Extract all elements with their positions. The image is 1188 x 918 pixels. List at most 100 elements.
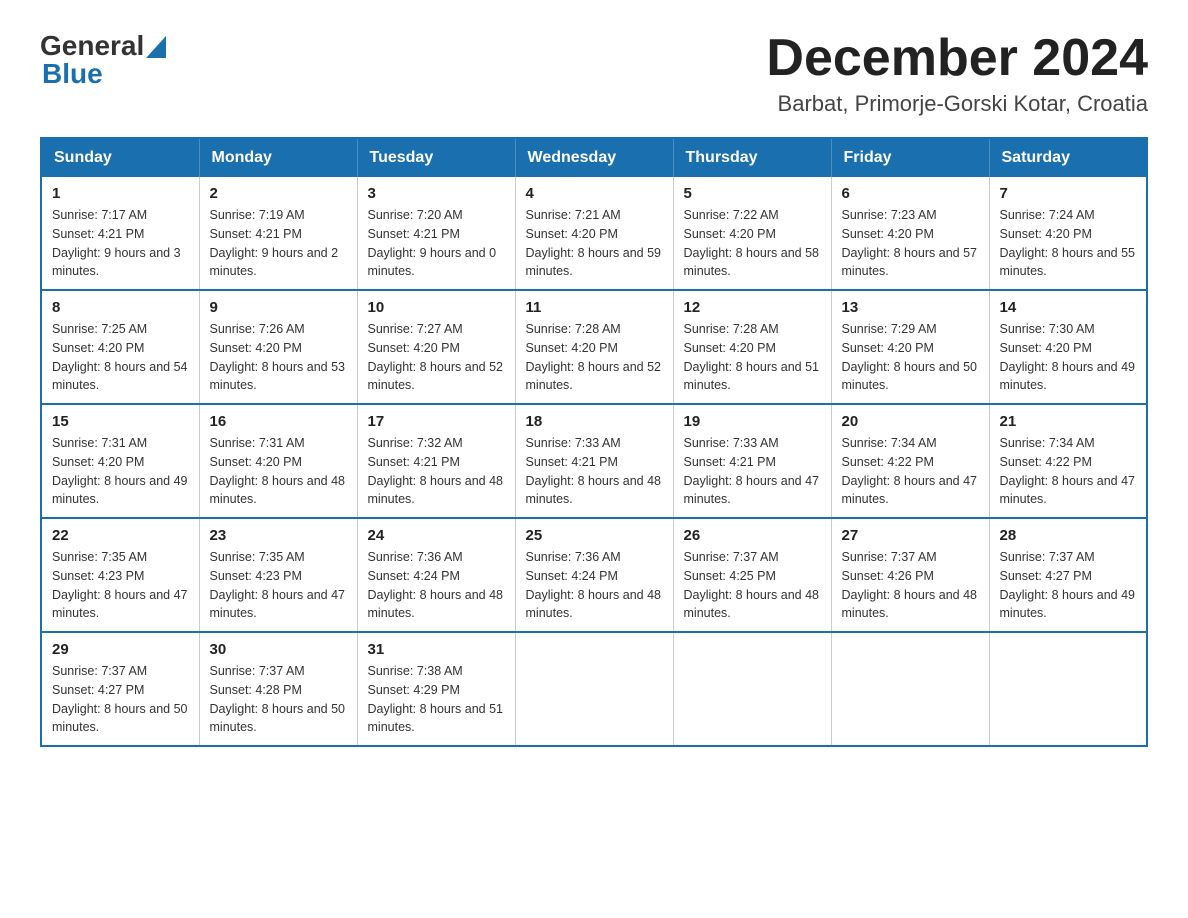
day-info: Sunrise: 7:37 AMSunset: 4:27 PMDaylight:…	[52, 662, 189, 737]
day-number: 3	[368, 185, 505, 202]
day-number: 25	[526, 527, 663, 544]
day-info: Sunrise: 7:35 AMSunset: 4:23 PMDaylight:…	[52, 548, 189, 623]
calendar-cell: 6 Sunrise: 7:23 AMSunset: 4:20 PMDayligh…	[831, 177, 989, 290]
day-number: 24	[368, 527, 505, 544]
col-header-thursday: Thursday	[673, 138, 831, 177]
day-number: 7	[1000, 185, 1137, 202]
calendar-cell	[989, 632, 1147, 746]
calendar-cell: 7 Sunrise: 7:24 AMSunset: 4:20 PMDayligh…	[989, 177, 1147, 290]
calendar-cell: 19 Sunrise: 7:33 AMSunset: 4:21 PMDaylig…	[673, 404, 831, 518]
day-number: 1	[52, 185, 189, 202]
day-info: Sunrise: 7:37 AMSunset: 4:28 PMDaylight:…	[210, 662, 347, 737]
calendar-cell: 15 Sunrise: 7:31 AMSunset: 4:20 PMDaylig…	[41, 404, 199, 518]
calendar-cell: 23 Sunrise: 7:35 AMSunset: 4:23 PMDaylig…	[199, 518, 357, 632]
day-number: 11	[526, 299, 663, 316]
day-info: Sunrise: 7:37 AMSunset: 4:27 PMDaylight:…	[1000, 548, 1137, 623]
calendar-cell: 8 Sunrise: 7:25 AMSunset: 4:20 PMDayligh…	[41, 290, 199, 404]
day-number: 2	[210, 185, 347, 202]
day-number: 10	[368, 299, 505, 316]
calendar-cell: 20 Sunrise: 7:34 AMSunset: 4:22 PMDaylig…	[831, 404, 989, 518]
day-info: Sunrise: 7:22 AMSunset: 4:20 PMDaylight:…	[684, 206, 821, 281]
calendar-cell: 4 Sunrise: 7:21 AMSunset: 4:20 PMDayligh…	[515, 177, 673, 290]
calendar-cell: 3 Sunrise: 7:20 AMSunset: 4:21 PMDayligh…	[357, 177, 515, 290]
day-number: 27	[842, 527, 979, 544]
calendar-subtitle: Barbat, Primorje-Gorski Kotar, Croatia	[766, 91, 1148, 117]
calendar-header-row: SundayMondayTuesdayWednesdayThursdayFrid…	[41, 138, 1147, 177]
day-info: Sunrise: 7:37 AMSunset: 4:26 PMDaylight:…	[842, 548, 979, 623]
col-header-sunday: Sunday	[41, 138, 199, 177]
col-header-saturday: Saturday	[989, 138, 1147, 177]
calendar-cell: 25 Sunrise: 7:36 AMSunset: 4:24 PMDaylig…	[515, 518, 673, 632]
calendar-week-row: 15 Sunrise: 7:31 AMSunset: 4:20 PMDaylig…	[41, 404, 1147, 518]
day-number: 29	[52, 641, 189, 658]
calendar-cell: 22 Sunrise: 7:35 AMSunset: 4:23 PMDaylig…	[41, 518, 199, 632]
day-info: Sunrise: 7:33 AMSunset: 4:21 PMDaylight:…	[526, 434, 663, 509]
calendar-title: December 2024	[766, 30, 1148, 87]
col-header-friday: Friday	[831, 138, 989, 177]
calendar-cell: 31 Sunrise: 7:38 AMSunset: 4:29 PMDaylig…	[357, 632, 515, 746]
calendar-cell: 17 Sunrise: 7:32 AMSunset: 4:21 PMDaylig…	[357, 404, 515, 518]
logo-blue-text: Blue	[42, 58, 103, 90]
day-number: 30	[210, 641, 347, 658]
logo-triangle-icon	[146, 36, 166, 58]
day-info: Sunrise: 7:31 AMSunset: 4:20 PMDaylight:…	[210, 434, 347, 509]
calendar-cell: 9 Sunrise: 7:26 AMSunset: 4:20 PMDayligh…	[199, 290, 357, 404]
col-header-tuesday: Tuesday	[357, 138, 515, 177]
day-info: Sunrise: 7:38 AMSunset: 4:29 PMDaylight:…	[368, 662, 505, 737]
day-info: Sunrise: 7:25 AMSunset: 4:20 PMDaylight:…	[52, 320, 189, 395]
calendar-cell: 10 Sunrise: 7:27 AMSunset: 4:20 PMDaylig…	[357, 290, 515, 404]
day-info: Sunrise: 7:21 AMSunset: 4:20 PMDaylight:…	[526, 206, 663, 281]
calendar-week-row: 1 Sunrise: 7:17 AMSunset: 4:21 PMDayligh…	[41, 177, 1147, 290]
day-number: 9	[210, 299, 347, 316]
day-info: Sunrise: 7:36 AMSunset: 4:24 PMDaylight:…	[526, 548, 663, 623]
day-info: Sunrise: 7:32 AMSunset: 4:21 PMDaylight:…	[368, 434, 505, 509]
day-number: 31	[368, 641, 505, 658]
day-number: 23	[210, 527, 347, 544]
calendar-cell	[673, 632, 831, 746]
day-number: 17	[368, 413, 505, 430]
col-header-monday: Monday	[199, 138, 357, 177]
day-number: 6	[842, 185, 979, 202]
calendar-cell: 13 Sunrise: 7:29 AMSunset: 4:20 PMDaylig…	[831, 290, 989, 404]
calendar-cell: 1 Sunrise: 7:17 AMSunset: 4:21 PMDayligh…	[41, 177, 199, 290]
title-area: December 2024 Barbat, Primorje-Gorski Ko…	[766, 30, 1148, 117]
day-info: Sunrise: 7:24 AMSunset: 4:20 PMDaylight:…	[1000, 206, 1137, 281]
calendar-week-row: 29 Sunrise: 7:37 AMSunset: 4:27 PMDaylig…	[41, 632, 1147, 746]
day-info: Sunrise: 7:20 AMSunset: 4:21 PMDaylight:…	[368, 206, 505, 281]
day-number: 5	[684, 185, 821, 202]
calendar-cell: 5 Sunrise: 7:22 AMSunset: 4:20 PMDayligh…	[673, 177, 831, 290]
logo: General Blue	[40, 30, 168, 90]
calendar-cell: 11 Sunrise: 7:28 AMSunset: 4:20 PMDaylig…	[515, 290, 673, 404]
day-number: 14	[1000, 299, 1137, 316]
day-number: 22	[52, 527, 189, 544]
calendar-cell: 12 Sunrise: 7:28 AMSunset: 4:20 PMDaylig…	[673, 290, 831, 404]
page-header: General Blue December 2024 Barbat, Primo…	[40, 30, 1148, 117]
day-number: 18	[526, 413, 663, 430]
day-number: 19	[684, 413, 821, 430]
day-info: Sunrise: 7:19 AMSunset: 4:21 PMDaylight:…	[210, 206, 347, 281]
day-number: 13	[842, 299, 979, 316]
calendar-cell: 29 Sunrise: 7:37 AMSunset: 4:27 PMDaylig…	[41, 632, 199, 746]
day-info: Sunrise: 7:27 AMSunset: 4:20 PMDaylight:…	[368, 320, 505, 395]
day-info: Sunrise: 7:28 AMSunset: 4:20 PMDaylight:…	[684, 320, 821, 395]
calendar-cell: 14 Sunrise: 7:30 AMSunset: 4:20 PMDaylig…	[989, 290, 1147, 404]
day-number: 28	[1000, 527, 1137, 544]
day-info: Sunrise: 7:17 AMSunset: 4:21 PMDaylight:…	[52, 206, 189, 281]
day-number: 20	[842, 413, 979, 430]
calendar-cell: 16 Sunrise: 7:31 AMSunset: 4:20 PMDaylig…	[199, 404, 357, 518]
calendar-cell: 26 Sunrise: 7:37 AMSunset: 4:25 PMDaylig…	[673, 518, 831, 632]
calendar-table: SundayMondayTuesdayWednesdayThursdayFrid…	[40, 137, 1148, 747]
day-number: 8	[52, 299, 189, 316]
day-number: 15	[52, 413, 189, 430]
day-info: Sunrise: 7:26 AMSunset: 4:20 PMDaylight:…	[210, 320, 347, 395]
day-info: Sunrise: 7:29 AMSunset: 4:20 PMDaylight:…	[842, 320, 979, 395]
day-number: 26	[684, 527, 821, 544]
day-info: Sunrise: 7:35 AMSunset: 4:23 PMDaylight:…	[210, 548, 347, 623]
day-info: Sunrise: 7:34 AMSunset: 4:22 PMDaylight:…	[1000, 434, 1137, 509]
day-info: Sunrise: 7:28 AMSunset: 4:20 PMDaylight:…	[526, 320, 663, 395]
day-number: 4	[526, 185, 663, 202]
calendar-cell: 18 Sunrise: 7:33 AMSunset: 4:21 PMDaylig…	[515, 404, 673, 518]
day-info: Sunrise: 7:30 AMSunset: 4:20 PMDaylight:…	[1000, 320, 1137, 395]
calendar-cell: 30 Sunrise: 7:37 AMSunset: 4:28 PMDaylig…	[199, 632, 357, 746]
day-number: 12	[684, 299, 821, 316]
